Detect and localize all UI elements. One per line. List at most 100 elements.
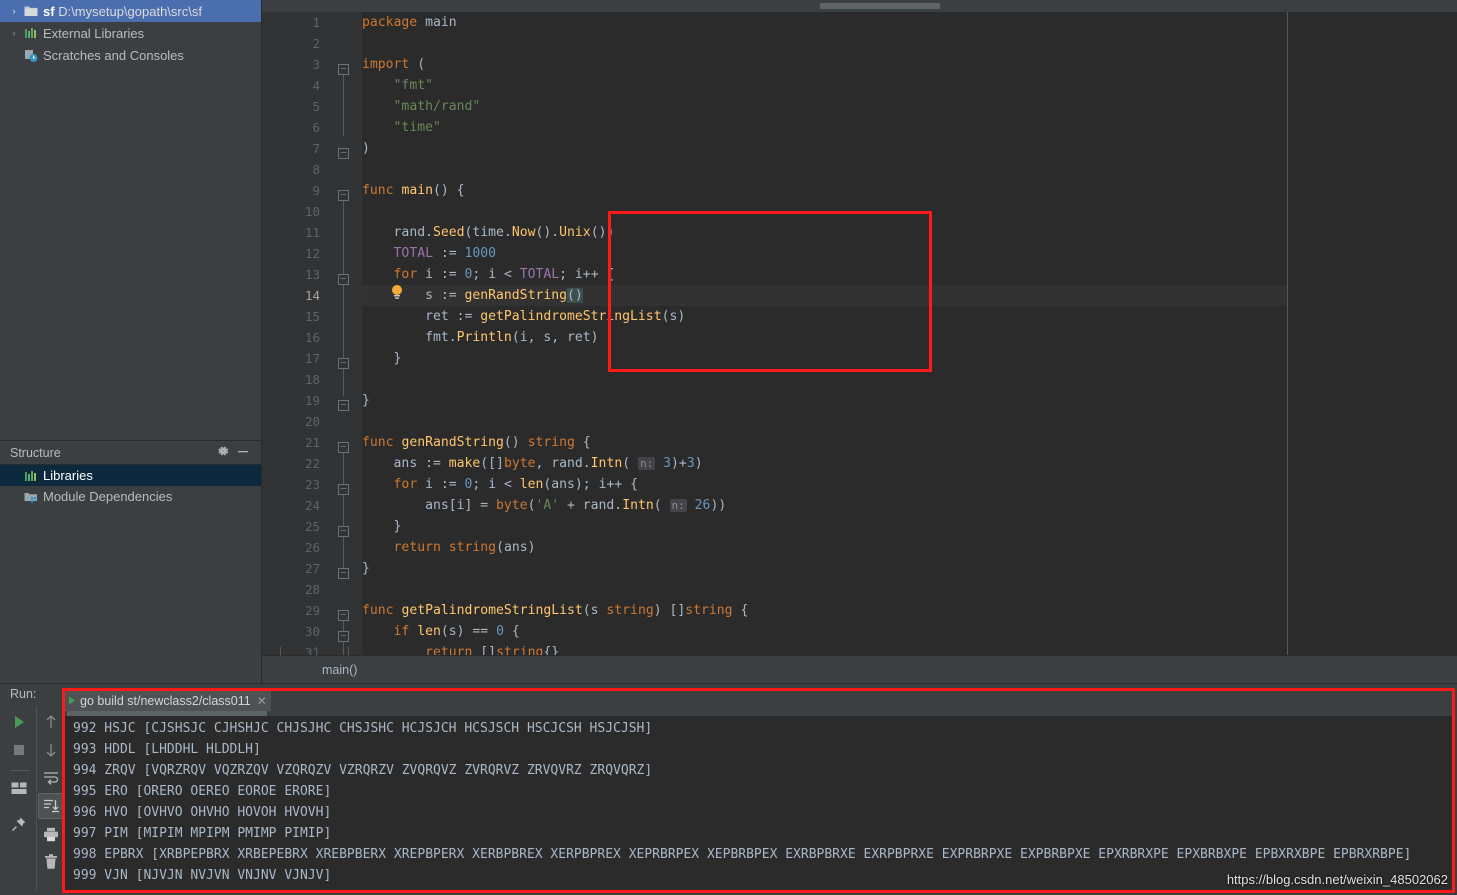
- fold-expand-icon[interactable]: –: [338, 568, 349, 579]
- prev-occurrence-button[interactable]: [38, 709, 64, 735]
- code-line-20[interactable]: [330, 411, 1287, 432]
- code-line-3[interactable]: import (: [330, 54, 1287, 75]
- line-number[interactable]: 19: [262, 390, 330, 411]
- line-number[interactable]: 21: [262, 432, 330, 453]
- print-button[interactable]: [38, 821, 64, 847]
- line-number[interactable]: 18: [262, 369, 330, 390]
- code-line-18[interactable]: [330, 369, 1287, 390]
- line-number[interactable]: 2: [262, 33, 330, 54]
- code-line-25[interactable]: }: [330, 516, 1287, 537]
- chevron-right-icon[interactable]: ›: [6, 28, 22, 38]
- line-number[interactable]: 3: [262, 54, 330, 75]
- line-number[interactable]: 6: [262, 117, 330, 138]
- gear-icon[interactable]: [213, 444, 233, 461]
- code-line-2[interactable]: [330, 33, 1287, 54]
- rerun-button[interactable]: [6, 709, 32, 735]
- code-line-10[interactable]: [330, 201, 1287, 222]
- editor-horizontal-scrollbar[interactable]: [262, 0, 1457, 12]
- next-occurrence-button[interactable]: [38, 737, 64, 763]
- code-line-1[interactable]: package main: [330, 12, 1287, 33]
- code-line-8[interactable]: [330, 159, 1287, 180]
- structure-item-libraries[interactable]: Libraries: [0, 465, 261, 486]
- line-number[interactable]: 8: [262, 159, 330, 180]
- clear-all-button[interactable]: [38, 849, 64, 875]
- line-number[interactable]: 14: [262, 285, 330, 306]
- code-line-9[interactable]: func main() {: [330, 180, 1287, 201]
- code-line-4[interactable]: "fmt": [330, 75, 1287, 96]
- close-icon[interactable]: ✕: [257, 694, 267, 708]
- line-number[interactable]: 10: [262, 201, 330, 222]
- tree-item-scratches[interactable]: Scratches and Consoles: [0, 44, 261, 66]
- fold-column[interactable]: – – – – – – – – – – – –: [330, 12, 362, 667]
- line-number[interactable]: 4: [262, 75, 330, 96]
- code-line-6[interactable]: "time": [330, 117, 1287, 138]
- code-line-13[interactable]: for i := 0; i < TOTAL; i++ {: [330, 264, 1287, 285]
- code-line-16[interactable]: fmt.Println(i, s, ret): [330, 327, 1287, 348]
- minimize-icon[interactable]: [233, 444, 253, 461]
- console-output[interactable]: 992 HSJC [CJSHSJC CJHSHJC CHJSJHC CHSJSH…: [65, 716, 1452, 890]
- code-line-19[interactable]: }: [330, 390, 1287, 411]
- code-line-5[interactable]: "math/rand": [330, 96, 1287, 117]
- code-line-24[interactable]: ans[i] = byte('A' + rand.Intn( n: 26)): [330, 495, 1287, 516]
- line-number[interactable]: 7: [262, 138, 330, 159]
- line-number[interactable]: 30: [262, 621, 330, 642]
- line-number[interactable]: 20: [262, 411, 330, 432]
- line-number[interactable]: 15: [262, 306, 330, 327]
- line-number[interactable]: 11: [262, 222, 330, 243]
- code-content[interactable]: – – – – – – – – – – – – package main imp…: [330, 12, 1287, 667]
- soft-wrap-button[interactable]: [38, 765, 64, 791]
- code-line-30[interactable]: if len(s) == 0 {: [330, 621, 1287, 642]
- toggle-tasks-button[interactable]: [6, 775, 32, 801]
- line-number[interactable]: 24: [262, 495, 330, 516]
- code-line-29[interactable]: func getPalindromeStringList(s string) […: [330, 600, 1287, 621]
- code-line-26[interactable]: return string(ans): [330, 537, 1287, 558]
- fold-expand-icon[interactable]: –: [338, 400, 349, 411]
- line-number[interactable]: 16: [262, 327, 330, 348]
- scrollbar-thumb[interactable]: [820, 3, 940, 9]
- code-line-27[interactable]: }: [330, 558, 1287, 579]
- fold-collapse-icon[interactable]: –: [338, 442, 349, 453]
- code-line-21[interactable]: func genRandString() string {: [330, 432, 1287, 453]
- line-number[interactable]: 12: [262, 243, 330, 264]
- line-number[interactable]: 9: [262, 180, 330, 201]
- code-line-28[interactable]: [330, 579, 1287, 600]
- pin-tab-button[interactable]: [6, 811, 32, 837]
- editor-gutter[interactable]: 1 2 3 4 5 6 7 8 9 10 11 12 13 14 15 16 17 18 19 20 21 22 23 24 2…: [262, 12, 341, 660]
- stop-button[interactable]: [6, 737, 32, 763]
- scroll-to-end-button[interactable]: [38, 793, 64, 819]
- line-number[interactable]: 26: [262, 537, 330, 558]
- tree-item-sf[interactable]: › sf D:\mysetup\gopath\src\sf: [0, 0, 261, 22]
- code-line-23[interactable]: for i := 0; i < len(ans); i++ {: [330, 474, 1287, 495]
- fold-collapse-icon[interactable]: –: [338, 190, 349, 201]
- line-number[interactable]: 17: [262, 348, 330, 369]
- line-number[interactable]: 27: [262, 558, 330, 579]
- line-number[interactable]: 5: [262, 96, 330, 117]
- line-number[interactable]: 23: [262, 474, 330, 495]
- run-tab[interactable]: go build st/newclass2/class011 ✕: [65, 691, 271, 711]
- fold-expand-icon[interactable]: –: [338, 358, 349, 369]
- tree-item-external-libraries[interactable]: › External Libraries: [0, 22, 261, 44]
- line-number[interactable]: 28: [262, 579, 330, 600]
- line-number[interactable]: 29: [262, 600, 330, 621]
- fold-expand-icon[interactable]: –: [338, 526, 349, 537]
- line-number[interactable]: 1: [262, 12, 330, 33]
- line-number[interactable]: 13: [262, 264, 330, 285]
- line-number[interactable]: 25: [262, 516, 330, 537]
- code-line-15[interactable]: ret := getPalindromeStringList(s): [330, 306, 1287, 327]
- fold-collapse-icon[interactable]: –: [338, 274, 349, 285]
- fold-collapse-icon[interactable]: –: [338, 631, 349, 642]
- fold-collapse-icon[interactable]: –: [338, 610, 349, 621]
- breadcrumb[interactable]: main(): [262, 647, 1457, 683]
- structure-item-module-dependencies[interactable]: Module Dependencies: [0, 486, 261, 507]
- code-line-11[interactable]: rand.Seed(time.Now().Unix()): [330, 222, 1287, 243]
- chevron-right-icon[interactable]: ›: [6, 6, 22, 16]
- fold-collapse-icon[interactable]: –: [338, 64, 349, 75]
- code-line-14[interactable]: s := genRandString(): [330, 285, 1287, 306]
- code-line-22[interactable]: ans := make([]byte, rand.Intn( n: 3)+3): [330, 453, 1287, 474]
- fold-collapse-icon[interactable]: –: [338, 484, 349, 495]
- fold-expand-icon[interactable]: –: [338, 148, 349, 159]
- code-line-12[interactable]: TOTAL := 1000: [330, 243, 1287, 264]
- code-line-17[interactable]: }: [330, 348, 1287, 369]
- lightbulb-icon[interactable]: [390, 284, 404, 305]
- line-number[interactable]: 22: [262, 453, 330, 474]
